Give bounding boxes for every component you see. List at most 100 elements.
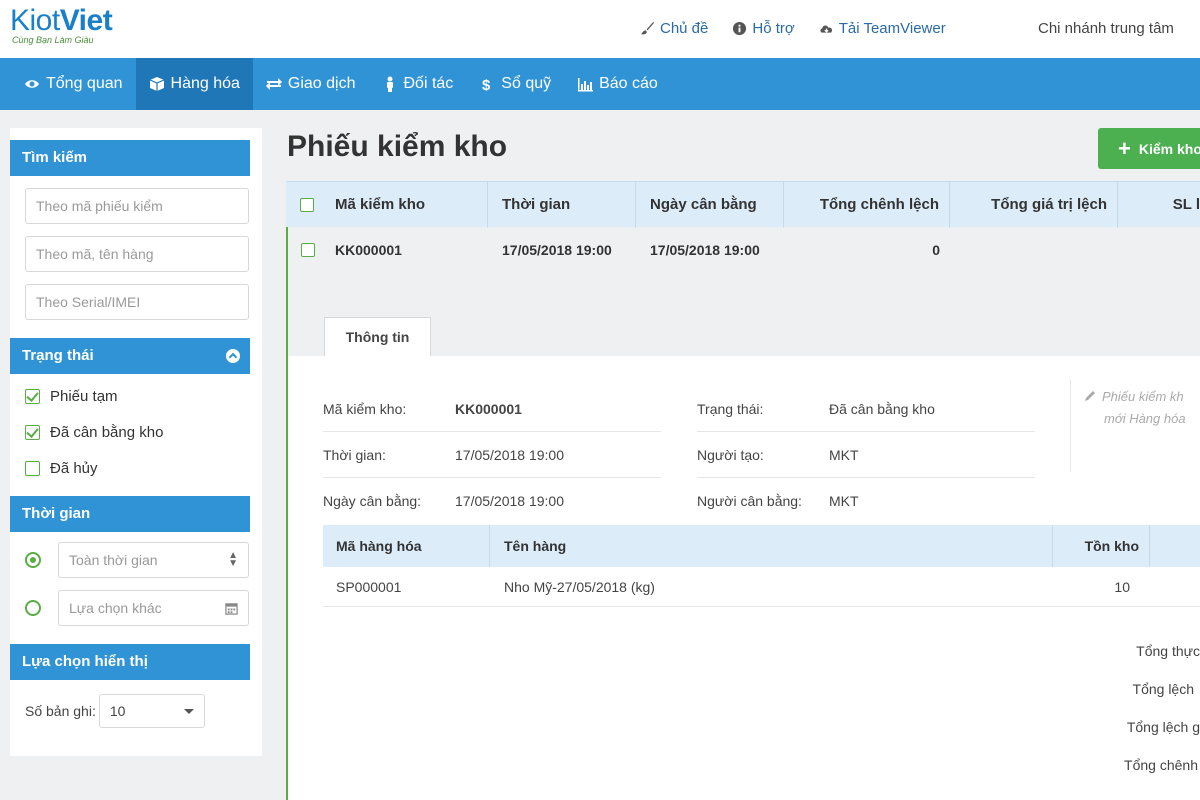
items-table-header: Mã hàng hóa Tên hàng Tồn kho	[323, 525, 1200, 567]
status-draft-option[interactable]: Phiếu tạm	[25, 378, 262, 414]
add-stocktake-label: Kiểm kho	[1138, 140, 1200, 157]
nav-overview[interactable]: Tổng quan	[0, 58, 136, 110]
kiotviet-logo[interactable]: KiotViet Cùng Bạn Làm Giàu	[10, 4, 113, 45]
nav-transactions[interactable]: Giao dịch	[253, 58, 369, 110]
nav-overview-label: Tổng quan	[46, 75, 123, 92]
person-icon	[386, 76, 393, 92]
field-balance-date-label: Ngày cân bằng:	[323, 493, 422, 509]
col-item-code[interactable]: Mã hàng hóa	[323, 525, 490, 567]
field-creator-value: MKT	[829, 447, 859, 463]
divider	[323, 431, 661, 432]
row-balance-date: 17/05/2018 19:00	[650, 242, 760, 258]
total-change-label: Tổng chênh	[1124, 757, 1198, 773]
select-all-checkbox[interactable]	[300, 197, 314, 212]
checkbox-checked-icon[interactable]	[25, 424, 40, 440]
nav-partners[interactable]: Đối tác	[369, 58, 467, 110]
collapse-icon[interactable]	[226, 349, 240, 363]
radio-empty-icon[interactable]	[25, 600, 41, 616]
col-balance-date[interactable]: Ngày cân bằng	[636, 181, 784, 228]
items-table: Mã hàng hóa Tên hàng Tồn kho SP000001 Nh…	[323, 525, 1200, 607]
logo-text-part2: Viet	[59, 4, 113, 37]
records-per-page: Số bản ghi: 10	[25, 694, 262, 728]
svg-text:$: $	[482, 77, 491, 92]
chevron-down-icon	[183, 708, 194, 714]
status-section-header[interactable]: Trạng thái	[10, 338, 250, 374]
col-time[interactable]: Thời gian	[488, 181, 636, 228]
row-total-diff: 0	[932, 242, 940, 258]
col-qty-diff[interactable]: SL l	[1118, 182, 1200, 228]
time-range-select[interactable]: Toàn thời gian ▲ ▼	[58, 542, 249, 578]
field-status-label: Trạng thái:	[697, 401, 764, 417]
total-diff-value-label: Tổng lệch g	[1126, 719, 1200, 735]
note-text-line1: Phiếu kiểm kh	[1102, 389, 1184, 404]
select-all-cell	[286, 182, 328, 228]
pencil-icon	[1085, 391, 1095, 401]
table-header: Mã kiểm kho Thời gian Ngày cân bằng Tổng…	[286, 181, 1200, 228]
note-text-line2: mới Hàng hóa	[1104, 411, 1186, 426]
nav-reports[interactable]: Báo cáo	[564, 58, 671, 110]
row-time: 17/05/2018 19:00	[502, 242, 612, 258]
main-nav: Tổng quan Hàng hóa Giao dịch Đối tác $ S…	[0, 58, 1200, 110]
col-code[interactable]: Mã kiểm kho	[328, 181, 488, 228]
nav-reports-label: Báo cáo	[599, 75, 658, 92]
nav-transactions-label: Giao dịch	[287, 75, 356, 92]
bar-chart-icon	[578, 78, 594, 92]
col-item-stock[interactable]: Tồn kho	[1053, 525, 1150, 567]
display-section-title: Lựa chọn hiển thị	[22, 653, 148, 670]
row-checkbox[interactable]	[301, 243, 315, 257]
divider	[697, 477, 1035, 478]
col-total-diff[interactable]: Tổng chênh lệch	[784, 181, 950, 228]
top-header: KiotViet Cùng Bạn Làm Giàu Chủ đề Hỗ trợ…	[0, 0, 1200, 58]
note-divider	[1070, 380, 1071, 472]
support-link-label: Hỗ trợ	[752, 20, 795, 37]
search-section-title: Tìm kiếm	[22, 149, 88, 166]
search-by-serial-input[interactable]	[25, 284, 249, 320]
col-item-extra	[1150, 525, 1200, 567]
col-total-value-diff[interactable]: Tổng giá trị lệch	[950, 181, 1118, 228]
time-all-option[interactable]: Toàn thời gian ▲ ▼	[25, 536, 262, 584]
search-by-code-input[interactable]	[25, 188, 249, 224]
box-icon	[149, 77, 164, 91]
radio-selected-icon[interactable]	[25, 552, 41, 568]
field-code-label: Mã kiểm kho:	[323, 401, 407, 417]
status-section-title: Trạng thái	[22, 347, 94, 364]
field-balance-date-value: 17/05/2018 19:00	[455, 493, 564, 509]
records-value: 10	[109, 703, 126, 719]
item-code: SP000001	[336, 578, 402, 595]
total-diff-label: Tổng lệch	[1132, 681, 1194, 697]
branch-selector[interactable]: Chi nhánh trung tâm	[1038, 20, 1174, 37]
teamviewer-link[interactable]: Tải TeamViewer	[819, 20, 946, 37]
field-balancer-label: Người cân bằng:	[697, 493, 802, 509]
nav-products[interactable]: Hàng hóa	[135, 58, 253, 110]
display-section-header: Lựa chọn hiển thị	[10, 644, 250, 680]
custom-date-label: Lựa chọn khác	[69, 600, 162, 616]
status-cancelled-option[interactable]: Đã hủy	[25, 450, 262, 486]
nav-products-label: Hàng hóa	[170, 75, 240, 92]
records-select[interactable]: 10	[98, 694, 205, 728]
support-link[interactable]: Hỗ trợ	[732, 20, 795, 37]
col-item-name[interactable]: Tên hàng	[490, 525, 1053, 567]
search-by-product-input[interactable]	[25, 236, 249, 272]
nav-cashbook[interactable]: $ Sổ quỹ	[466, 58, 564, 110]
time-custom-option[interactable]: Lựa chọn khác	[25, 584, 262, 632]
status-balanced-option[interactable]: Đã cân bằng kho	[25, 414, 262, 450]
nav-partners-label: Đối tác	[403, 75, 454, 92]
checkbox-empty-icon[interactable]	[25, 460, 40, 476]
nav-cashbook-label: Sổ quỹ	[501, 75, 552, 92]
tab-info[interactable]: Thông tin	[324, 317, 431, 356]
time-section-title: Thời gian	[22, 505, 91, 522]
status-cancelled-label: Đã hủy	[50, 459, 98, 477]
note-field[interactable]: Phiếu kiểm kh mới Hàng hóa	[1084, 386, 1186, 430]
records-label: Số bản ghi:	[25, 703, 96, 719]
row-code: KK000001	[335, 242, 402, 258]
teamviewer-link-label: Tải TeamViewer	[838, 20, 946, 37]
table-row[interactable]: SP000001 Nho Mỹ-27/05/2018 (kg) 10	[323, 567, 1200, 607]
add-stocktake-button[interactable]: + Kiểm kho	[1098, 128, 1200, 169]
theme-link[interactable]: Chủ đề	[640, 20, 708, 37]
row-select-cell	[288, 227, 328, 273]
custom-date-picker[interactable]: Lựa chọn khác	[58, 590, 249, 626]
checkbox-checked-icon[interactable]	[25, 388, 40, 404]
time-range-value: Toàn thời gian	[69, 552, 158, 568]
table-row[interactable]: KK000001 17/05/2018 19:00 17/05/2018 19:…	[286, 227, 1200, 273]
item-stock: 10	[1114, 578, 1130, 595]
